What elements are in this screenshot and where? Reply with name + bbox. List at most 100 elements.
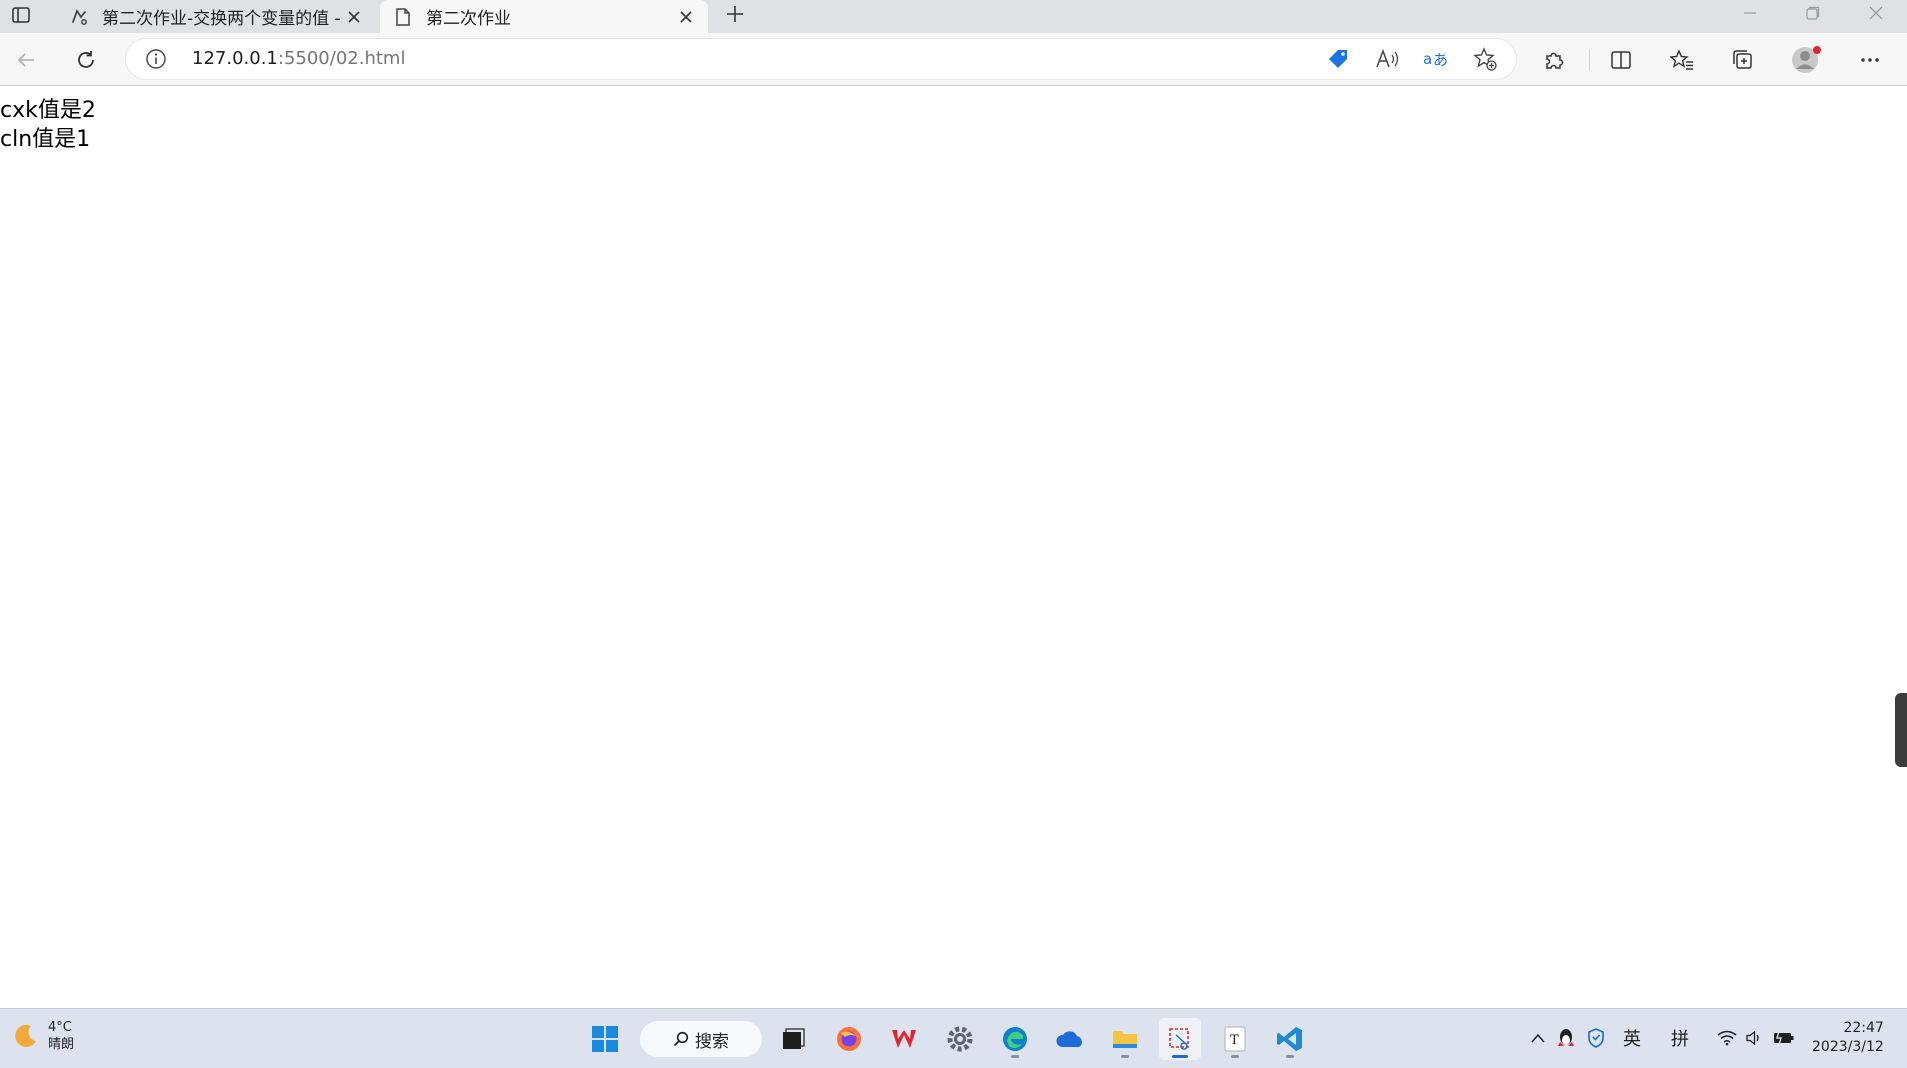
- taskbar: 4°C 晴朗 搜索 T 英 拼 22:47 2023/3/12: [0, 1008, 1907, 1068]
- show-hidden-icons-button[interactable]: [1526, 1023, 1550, 1053]
- url-text[interactable]: 127.0.0.1:5500/02.html: [192, 39, 405, 79]
- speaker-icon: [1746, 1030, 1759, 1046]
- typora-app[interactable]: T: [1214, 1018, 1256, 1060]
- extensions-button[interactable]: [1534, 40, 1574, 80]
- split-screen-button[interactable]: [1601, 40, 1641, 80]
- onedrive-app[interactable]: [1049, 1018, 1091, 1060]
- puzzle-icon: [1546, 52, 1564, 69]
- tab-active[interactable]: 第二次作业: [380, 0, 708, 33]
- ime-mode-indicator[interactable]: 拼: [1666, 1023, 1694, 1053]
- clock-time: 22:47: [1843, 1020, 1884, 1036]
- cloud-icon: [1056, 1031, 1082, 1047]
- security-tray[interactable]: [1584, 1023, 1608, 1053]
- folder-icon: [1113, 1031, 1137, 1048]
- clock-date: 2023/3/12: [1812, 1039, 1884, 1055]
- system-clock[interactable]: 22:47 2023/3/12: [1812, 1019, 1884, 1057]
- ime-language-indicator[interactable]: 英: [1618, 1023, 1646, 1053]
- page-favicon-icon: [390, 4, 416, 30]
- avatar-icon: [1792, 46, 1821, 73]
- windows-logo-icon: [592, 1026, 618, 1052]
- profile-button[interactable]: [1787, 40, 1827, 80]
- volume-tray[interactable]: [1742, 1023, 1766, 1053]
- output-line-cxk: cxk值是2: [0, 98, 96, 123]
- translate-icon[interactable]: a あ: [1420, 45, 1452, 73]
- csdn-favicon-icon: [66, 4, 92, 30]
- url-host: 127.0.0.1: [192, 48, 278, 69]
- running-indicator: [1121, 1055, 1129, 1058]
- minimize-button[interactable]: [1720, 0, 1780, 26]
- tab-title: 第二次作业: [426, 9, 511, 29]
- task-view-icon: [783, 1028, 805, 1049]
- url-path: :5500/02.html: [277, 48, 406, 69]
- settings-more-button[interactable]: [1850, 40, 1890, 80]
- close-icon: [348, 10, 360, 23]
- wps-icon: [892, 1030, 916, 1048]
- screen: 第二次作业-交换两个变量的值 - 第二次作业 127.0.0.1:5500/02…: [0, 0, 1907, 1068]
- close-window-button[interactable]: [1846, 0, 1906, 26]
- new-tab-button[interactable]: [720, 0, 750, 28]
- wifi-icon: [1717, 1030, 1737, 1046]
- tab-close-button[interactable]: [672, 3, 700, 31]
- running-indicator: [1011, 1055, 1019, 1058]
- shield-icon: [1588, 1028, 1604, 1048]
- split-screen-icon: [1611, 51, 1631, 69]
- typora-icon: T: [1224, 1026, 1246, 1052]
- edge-icon: [1003, 1027, 1027, 1051]
- weather-widget[interactable]: 4°C 晴朗: [12, 1019, 74, 1053]
- address-bar[interactable]: 127.0.0.1:5500/02.html a あ: [126, 39, 1516, 79]
- tab-actions-icon: [12, 7, 30, 23]
- info-icon[interactable]: [144, 47, 168, 71]
- read-aloud-icon[interactable]: [1371, 45, 1403, 73]
- gear-icon: [947, 1026, 973, 1052]
- snipping-tool-app[interactable]: [1159, 1018, 1201, 1060]
- sidebar-edge-handle[interactable]: [1895, 693, 1907, 767]
- add-favorite-icon[interactable]: [1469, 45, 1501, 73]
- running-indicator: [1231, 1055, 1239, 1058]
- svg-text:T: T: [1230, 1033, 1239, 1048]
- collections-button[interactable]: [1723, 40, 1763, 80]
- refresh-icon: [78, 51, 94, 68]
- scissors-icon: [1169, 1028, 1189, 1050]
- vscode-app[interactable]: [1269, 1018, 1311, 1060]
- back-button[interactable]: [6, 40, 46, 80]
- moon-icon: [15, 1024, 36, 1047]
- tab-actions-button[interactable]: [6, 2, 36, 28]
- edge-app[interactable]: [994, 1018, 1036, 1060]
- more-horizontal-icon: [1861, 58, 1879, 62]
- search-label: 搜索: [695, 1031, 729, 1052]
- wps-app[interactable]: [883, 1018, 925, 1060]
- collections-icon: [1733, 50, 1752, 69]
- search-icon: [673, 1031, 689, 1047]
- running-indicator: [1172, 1055, 1188, 1058]
- file-explorer-app[interactable]: [1104, 1018, 1146, 1060]
- arrow-left-icon: [17, 53, 34, 67]
- battery-tray[interactable]: [1770, 1023, 1798, 1053]
- plus-icon: [727, 6, 743, 22]
- favorites-button[interactable]: [1662, 40, 1702, 80]
- wifi-tray[interactable]: [1714, 1023, 1740, 1053]
- refresh-button[interactable]: [66, 40, 106, 80]
- battery-charging-icon: [1774, 1030, 1794, 1046]
- settings-app[interactable]: [939, 1018, 981, 1060]
- start-button[interactable]: [584, 1018, 626, 1060]
- shopping-tag-icon[interactable]: [1322, 45, 1354, 73]
- restore-button[interactable]: [1783, 0, 1843, 26]
- svg-text:あ: あ: [1433, 51, 1448, 69]
- tab-strip: 第二次作业-交换两个变量的值 - 第二次作业: [0, 0, 1907, 33]
- close-icon: [680, 10, 692, 23]
- restore-icon: [1806, 6, 1820, 20]
- favorites-star-icon: [1670, 49, 1693, 70]
- qq-tray[interactable]: [1554, 1023, 1578, 1053]
- tab-close-button[interactable]: [340, 3, 368, 31]
- close-icon: [1869, 6, 1883, 20]
- tab-inactive[interactable]: 第二次作业-交换两个变量的值 -: [56, 0, 376, 33]
- task-view-button[interactable]: [772, 1018, 814, 1060]
- svg-text:a: a: [1423, 50, 1432, 68]
- weather-temp: 4°C: [48, 1020, 72, 1035]
- weather-desc: 晴朗: [48, 1037, 75, 1052]
- running-indicator: [1286, 1055, 1294, 1058]
- taskbar-search[interactable]: 搜索: [640, 1021, 762, 1057]
- firefox-app[interactable]: [828, 1018, 870, 1060]
- tab-title: 第二次作业-交换两个变量的值 -: [102, 9, 340, 29]
- chevron-up-icon: [1531, 1033, 1545, 1043]
